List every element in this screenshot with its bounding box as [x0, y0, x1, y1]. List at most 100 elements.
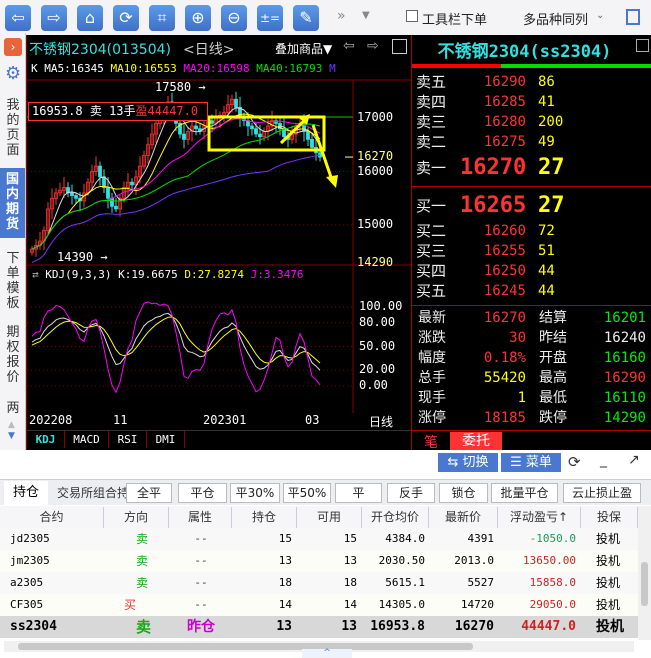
column-header[interactable]: 属性 [169, 507, 232, 528]
cell-pnl: 29050.0 [529, 598, 576, 611]
collapse-icon[interactable]: ^ [302, 649, 352, 658]
bid-price: 16260 [483, 223, 526, 239]
sidebar-item-more[interactable]: 两 [3, 401, 23, 416]
stat-value: 1 [517, 390, 526, 406]
dropdown-icon[interactable]: ▼ [362, 10, 370, 21]
action-button[interactable]: 平50% [283, 483, 331, 503]
cell-direction: 卖 [136, 618, 152, 636]
gear-icon[interactable]: ⚙ [5, 63, 21, 84]
action-button[interactable]: 锁仓 [439, 483, 488, 503]
action-button[interactable]: 全平 [126, 483, 172, 503]
action-button[interactable]: 云止损止盈 [563, 483, 641, 503]
action-button[interactable]: 平30% [230, 483, 280, 503]
action-button[interactable]: 反手 [387, 483, 435, 503]
sidebar-item-my-page[interactable]: 我的页面 [3, 98, 23, 158]
table-row[interactable]: ss2304 卖 昨仓 13 13 16953.8 16270 44447.0 … [0, 616, 638, 638]
chevron-down-icon[interactable]: ⌄ [596, 10, 604, 21]
sidebar-item-domestic-futures[interactable]: 国内期货 [0, 168, 25, 238]
cell-open-price: 16953.8 [370, 619, 425, 634]
date-tick: 03 [305, 413, 320, 427]
h-scroll-thumb[interactable] [18, 643, 473, 650]
crop-icon[interactable]: ⌗ [149, 5, 175, 31]
ask-row[interactable]: 卖二 16275 49 [412, 132, 651, 152]
candle-body [234, 98, 238, 108]
scroll-thumb[interactable] [641, 562, 648, 606]
tab-orders[interactable]: 委托 [450, 432, 502, 450]
ask1-row[interactable]: 卖一 16270 27 [412, 154, 651, 182]
minimize-icon[interactable]: _ [600, 452, 607, 468]
more-icon[interactable]: » [337, 8, 346, 24]
ask-ratio-bar [501, 64, 651, 68]
popout-icon[interactable]: ↗ [628, 452, 640, 468]
expand-icon[interactable]: › [4, 38, 22, 56]
ask-vol: 200 [538, 114, 564, 130]
cell-position: 13 [278, 554, 292, 567]
tab-exchange-combo[interactable]: 交易所组合持 [57, 481, 127, 505]
refresh-icon[interactable]: ⟳ [113, 5, 139, 31]
multi-symbol-select[interactable]: 多品种同列 [523, 9, 588, 28]
bid-row[interactable]: 买五 16245 44 [412, 281, 651, 301]
column-header[interactable]: 可用 [297, 507, 362, 528]
column-header[interactable]: 持仓 [232, 507, 297, 528]
table-row[interactable]: CF305 买 -- 14 14 14305.0 14720 29050.0 投… [0, 594, 638, 616]
stat-value: 16290 [603, 370, 646, 386]
tab-positions[interactable]: 持仓 [4, 481, 48, 505]
zoom-out-icon[interactable]: ⊖ [221, 5, 247, 31]
back-icon[interactable]: ⇦ [5, 5, 31, 31]
bid1-row[interactable]: 买一 16265 27 [412, 192, 651, 220]
ask-row[interactable]: 卖四 16285 41 [412, 92, 651, 112]
date-tick: 202208 [29, 413, 73, 427]
swap-icon[interactable]: ⇄ [32, 268, 39, 281]
scroll-up-icon[interactable]: ▲ [8, 420, 15, 430]
zoom-in-icon[interactable]: ⊕ [185, 5, 211, 31]
table-row[interactable]: jd2305 卖 -- 15 15 4384.0 4391 -1050.0 投机 [0, 528, 638, 550]
draw-icon[interactable]: ✎ [293, 5, 319, 31]
home-icon[interactable]: ⌂ [77, 5, 103, 31]
bid-row[interactable]: 买三 16255 51 [412, 241, 651, 261]
ask-row[interactable]: 卖五 16290 86 [412, 72, 651, 92]
date-tick: 11 [113, 413, 128, 427]
column-header[interactable]: 最新价 [429, 507, 498, 528]
indicator-tabs: KDJ MACD RSI DMI [27, 430, 412, 448]
action-button[interactable]: 批量平仓 [491, 483, 558, 503]
switch-button[interactable]: ⇆ 切换 [438, 453, 498, 472]
column-header[interactable]: 浮动盈亏↑ [498, 507, 581, 528]
column-header[interactable]: 开仓均价 [362, 507, 429, 528]
tab-macd[interactable]: MACD [65, 431, 109, 448]
table-row[interactable]: a2305 卖 -- 18 18 5615.1 5527 15858.0 投机 [0, 572, 638, 594]
forward-icon[interactable]: ⇨ [41, 5, 67, 31]
stat-value: 16201 [603, 310, 646, 326]
kline-chart[interactable]: 不锈钢2304(013504) <日线> 叠加商品▼ ⇦ ⇨ K MA5:163… [26, 35, 412, 450]
sidebar-item-option-quote[interactable]: 期权报价 [3, 325, 23, 385]
cell-open-price: 14305.0 [378, 598, 425, 611]
column-header[interactable]: 投保 [581, 507, 638, 528]
column-header[interactable]: 合约 [0, 507, 104, 528]
layout-icon[interactable] [626, 9, 640, 25]
tab-ticks[interactable]: 笔 [424, 432, 438, 452]
stat-label: 涨跌 [418, 330, 446, 346]
menu-button[interactable]: ☰ 菜单 [501, 453, 561, 472]
tab-dmi[interactable]: DMI [147, 431, 185, 448]
tab-kdj[interactable]: KDJ [27, 431, 65, 448]
sidebar-item-order-template[interactable]: 下单模板 [3, 251, 23, 311]
bid-row[interactable]: 买二 16260 72 [412, 221, 651, 241]
stat-value: 30 [509, 330, 526, 346]
bid-price: 16250 [483, 263, 526, 279]
refresh-icon[interactable]: ⟳ [568, 453, 581, 471]
table-row[interactable]: jm2305 卖 -- 13 13 2030.50 2013.0 13650.0… [0, 550, 638, 572]
calc-icon[interactable]: ±= [257, 5, 283, 31]
stat-label: 最低 [539, 390, 567, 406]
tab-rsi[interactable]: RSI [109, 431, 147, 448]
action-button[interactable]: 平仓 [178, 483, 227, 503]
ask-row[interactable]: 卖三 16280 200 [412, 112, 651, 132]
vertical-scrollbar[interactable] [638, 506, 651, 640]
toolbar-order-checkbox[interactable] [406, 10, 418, 22]
cell-available: 13 [341, 619, 357, 634]
column-header[interactable]: 方向 [104, 507, 169, 528]
action-button[interactable]: 平100% [335, 483, 382, 518]
scroll-down-icon[interactable]: ▼ [8, 431, 15, 441]
bid-row[interactable]: 买四 16250 44 [412, 261, 651, 281]
ask-label: 卖五 [416, 73, 447, 91]
maximize-icon[interactable] [636, 39, 649, 52]
cell-direction: 买 [124, 598, 137, 612]
